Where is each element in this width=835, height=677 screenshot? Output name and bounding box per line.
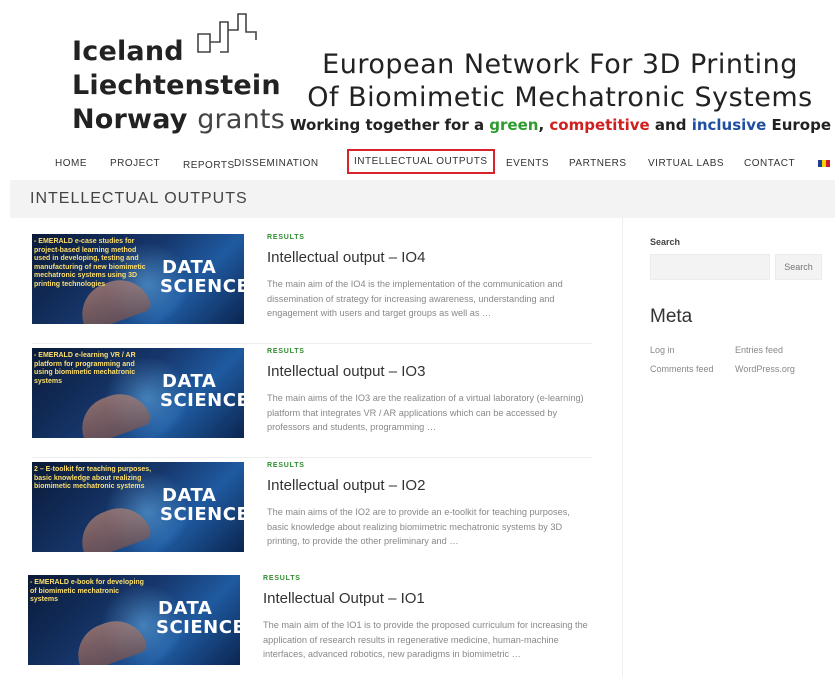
grants-logo-line3: Norway grants: [72, 104, 285, 135]
post-title[interactable]: Intellectual Output – IO1: [263, 590, 588, 607]
post-io1: - EMERALD e-book for developing of biomi…: [28, 575, 588, 677]
post-excerpt: The main aim of the IO1 is to provide th…: [263, 620, 588, 659]
post-io2: 2 – E-toolkit for teaching purposes, bas…: [32, 462, 592, 572]
search-button[interactable]: Search: [775, 254, 822, 280]
site-title[interactable]: European Network For 3D Printing Of Biom…: [300, 48, 820, 114]
site-title-line1: European Network For 3D Printing: [322, 49, 798, 80]
post-io4: - EMERALD e-case studies for project-bas…: [32, 234, 592, 344]
data-science-text: DATA SCIENCE: [160, 257, 244, 297]
post-io3: - EMERALD e-learning VR / AR platform fo…: [32, 348, 592, 458]
post-thumbnail[interactable]: - EMERALD e-learning VR / AR platform fo…: [32, 348, 244, 438]
grants-logo[interactable]: Iceland Liechtenstein Norway grants: [72, 12, 285, 135]
search-input[interactable]: [650, 254, 770, 280]
nav-item-reports[interactable]: REPORTS: [183, 160, 235, 171]
divider: [32, 343, 592, 344]
post-thumbnail[interactable]: - EMERALD e-case studies for project-bas…: [32, 234, 244, 324]
nav-item-contact[interactable]: CONTACT: [744, 158, 795, 169]
nav-item-virtual-labs[interactable]: VIRTUAL LABS: [648, 158, 724, 169]
post-category[interactable]: RESULTS: [267, 348, 592, 355]
nav-item-dissemination[interactable]: DISSEMINATION: [234, 158, 319, 169]
nav-item-events[interactable]: EVENTS: [506, 158, 549, 169]
post-category[interactable]: RESULTS: [267, 234, 592, 241]
post-excerpt: The main aim of the IO4 is the implement…: [267, 279, 563, 318]
grants-logo-line2: Liechtenstein: [72, 70, 281, 101]
nav-item-home[interactable]: HOME: [55, 158, 87, 169]
meta-heading: Meta: [650, 306, 693, 327]
nav-item-intellectual-outputs[interactable]: INTELLECTUAL OUTPUTS: [347, 149, 495, 174]
page-header: INTELLECTUAL OUTPUTS: [10, 180, 835, 218]
data-science-text: DATA SCIENCE: [160, 485, 244, 525]
data-science-text: DATA SCIENCE: [160, 371, 244, 411]
post-title[interactable]: Intellectual output – IO4: [267, 249, 592, 266]
entries-feed-link[interactable]: Entries feed: [735, 345, 783, 355]
post-excerpt: The main aims of the IO2 are to provide …: [267, 507, 570, 546]
post-thumbnail[interactable]: - EMERALD e-book for developing of biomi…: [28, 575, 240, 665]
site-title-line2: Of Biomimetic Mechatronic Systems: [307, 82, 813, 113]
post-title[interactable]: Intellectual output – IO2: [267, 477, 592, 494]
post-title[interactable]: Intellectual output – IO3: [267, 363, 592, 380]
main-nav: HOME PROJECT REPORTS DISSEMINATION INTEL…: [40, 148, 835, 178]
sidebar: Search Search Meta Log in Entries feed C…: [622, 218, 835, 677]
page-title: INTELLECTUAL OUTPUTS: [30, 190, 248, 207]
nav-item-project[interactable]: PROJECT: [110, 158, 160, 169]
site-tagline: Working together for a green, competitiv…: [290, 116, 832, 134]
post-category[interactable]: RESULTS: [267, 462, 592, 469]
data-science-text: DATA SCIENCE: [156, 598, 240, 638]
post-excerpt: The main aims of the IO3 are the realiza…: [267, 393, 584, 432]
search-label: Search: [650, 237, 681, 247]
log-in-link[interactable]: Log in: [650, 345, 675, 355]
comments-feed-link[interactable]: Comments feed: [650, 364, 714, 374]
nav-item-partners[interactable]: PARTNERS: [569, 158, 627, 169]
grants-logo-icon: [197, 13, 257, 53]
post-thumbnail[interactable]: 2 – E-toolkit for teaching purposes, bas…: [32, 462, 244, 552]
grants-logo-line1: Iceland: [72, 36, 184, 67]
romania-flag-icon[interactable]: [818, 160, 830, 167]
divider: [32, 457, 592, 458]
post-category[interactable]: RESULTS: [263, 575, 588, 582]
wordpress-link[interactable]: WordPress.org: [735, 364, 795, 374]
